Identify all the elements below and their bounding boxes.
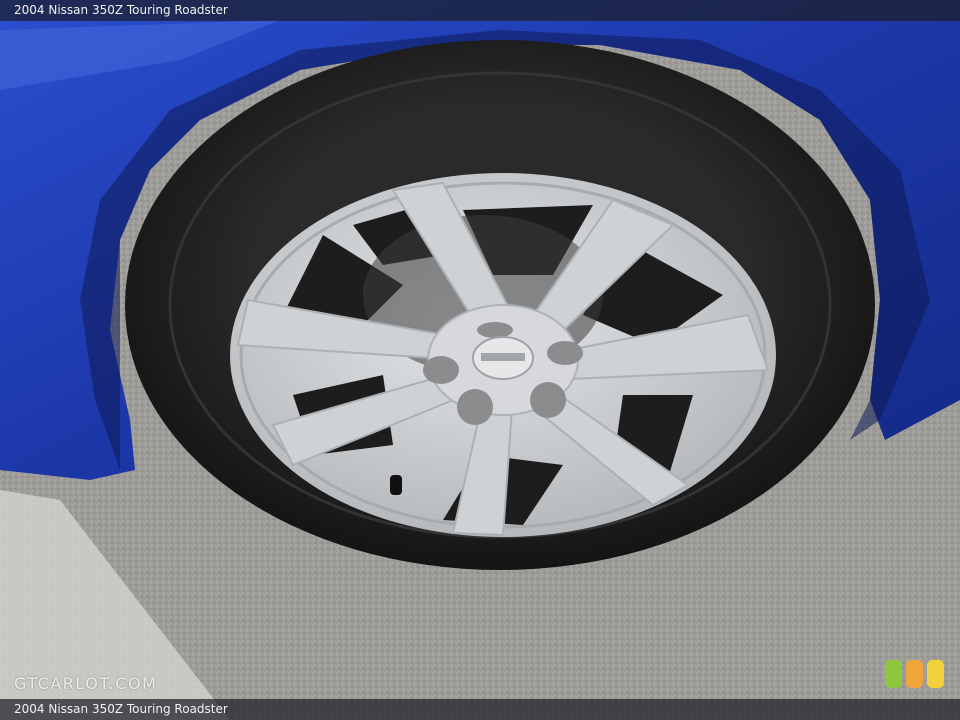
rim xyxy=(230,173,776,537)
caption-top: 2004 Nissan 350Z Touring Roadster xyxy=(0,0,960,21)
valve-stem xyxy=(390,475,402,495)
badge-green-icon xyxy=(885,660,902,688)
badge-yellow-icon xyxy=(927,660,944,688)
badge-orange-icon xyxy=(906,660,923,688)
caption-bottom: 2004 Nissan 350Z Touring Roadster xyxy=(0,699,960,720)
watermark-gtcarlot: GTCARLOT.COM xyxy=(14,674,158,693)
wheel-photo xyxy=(0,0,960,720)
